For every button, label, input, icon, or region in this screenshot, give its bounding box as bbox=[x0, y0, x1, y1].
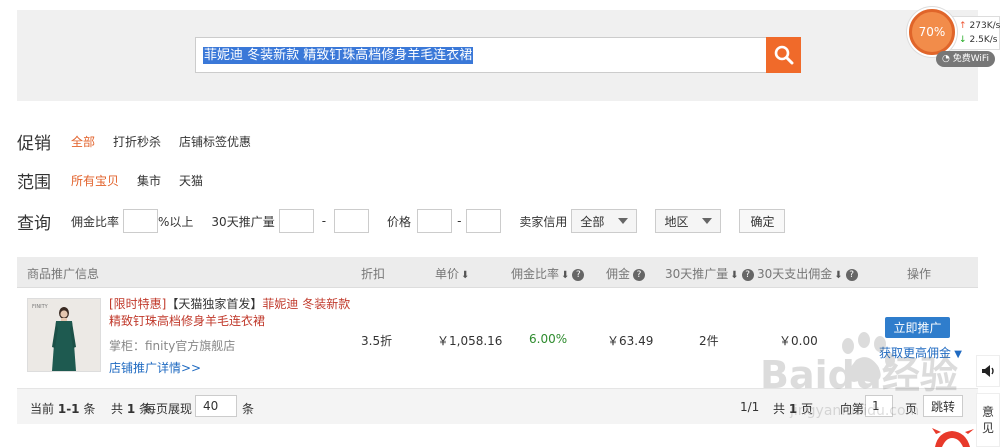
price-min-input[interactable] bbox=[417, 209, 453, 233]
chevron-down-icon bbox=[618, 218, 629, 224]
mascot-decoration-icon bbox=[932, 428, 974, 447]
promo-30-value: 2件 bbox=[699, 334, 719, 348]
promo-volume-min-input[interactable] bbox=[278, 209, 314, 233]
sort-down-icon: ⬇ bbox=[561, 270, 570, 281]
chevron-down-icon bbox=[702, 218, 713, 224]
promo-option-all[interactable]: 全部 bbox=[71, 133, 95, 150]
price-max-input[interactable] bbox=[466, 209, 502, 233]
free-wifi-badge[interactable]: ◔ 免费WiFi bbox=[936, 51, 995, 67]
search-icon bbox=[774, 45, 793, 65]
commission-rate-label: 佣金比率 bbox=[71, 214, 120, 229]
speed-panel: ↑ 273K/s ↓ 2.5K/s bbox=[949, 16, 1000, 50]
promote-now-button[interactable]: 立即推广 bbox=[885, 317, 950, 338]
table-row: FINITY [限时特惠]【天猫独家首发】菲妮迪 冬装新款 精致钉珠高档修身羊毛… bbox=[17, 288, 978, 389]
promo-volume-label: 30天推广量 bbox=[211, 214, 275, 229]
scope-option-market[interactable]: 集市 bbox=[137, 172, 161, 189]
discount-value: 3.5折 bbox=[361, 334, 393, 348]
upload-arrow-icon: ↑ bbox=[959, 21, 967, 31]
network-speed-widget[interactable]: ↑ 273K/s ↓ 2.5K/s 70% ◔ 免费WiFi bbox=[907, 6, 1000, 68]
search-query-text: 菲妮迪 冬装新款 精致钉珠高档修身羊毛连衣裙 bbox=[203, 47, 474, 64]
search-input[interactable]: 菲妮迪 冬装新款 精致钉珠高档修身羊毛连衣裙 bbox=[195, 37, 767, 73]
promo-option-flash-sale[interactable]: 打折秒杀 bbox=[113, 133, 161, 150]
help-icon[interactable]: ? bbox=[845, 268, 858, 281]
header-payout-30[interactable]: 30天支出佣金 ⬇? bbox=[757, 265, 858, 282]
sort-down-icon: ⬇ bbox=[834, 270, 843, 281]
promo-volume-dash: - bbox=[321, 214, 327, 228]
filter-query-label: 查询 bbox=[17, 213, 51, 234]
product-image: FINITY bbox=[28, 299, 100, 371]
product-thumbnail[interactable]: FINITY bbox=[27, 298, 101, 372]
sort-down-icon: ⬇ bbox=[730, 270, 739, 281]
chevron-down-icon: ▼ bbox=[951, 349, 962, 360]
scope-option-tmall[interactable]: 天猫 bbox=[179, 172, 203, 189]
speaker-icon bbox=[982, 365, 994, 377]
help-icon[interactable]: ? bbox=[633, 268, 646, 281]
current-range: 当前 1-1 条 bbox=[30, 402, 96, 416]
header-promo-30[interactable]: 30天推广量 ⬇? bbox=[665, 265, 754, 282]
upload-speed: 273K/s bbox=[969, 21, 1000, 31]
commission-value: ￥63.49 bbox=[607, 334, 654, 348]
goto-suffix: 页 bbox=[905, 402, 918, 416]
help-icon[interactable]: ? bbox=[741, 268, 754, 281]
help-icon[interactable]: ? bbox=[572, 268, 585, 281]
seller-credit-label: 卖家信用 bbox=[519, 214, 568, 229]
jump-button[interactable]: 跳转 bbox=[923, 395, 963, 417]
wifi-icon: ◔ bbox=[942, 54, 953, 64]
promo-option-shop-tag[interactable]: 店铺标签优惠 bbox=[179, 133, 251, 150]
shopkeeper: 掌柜：finity官方旗舰店 bbox=[109, 339, 236, 353]
goto-prefix: 向第 bbox=[840, 402, 865, 416]
thumb-brand: FINITY bbox=[32, 304, 49, 310]
header-commission-rate[interactable]: 佣金比率 ⬇? bbox=[511, 265, 585, 282]
total-pages: 共 1 页 bbox=[773, 402, 814, 416]
get-higher-commission-link[interactable]: 获取更高佣金 ▼ bbox=[879, 344, 962, 361]
sort-down-icon: ⬇ bbox=[461, 270, 470, 281]
download-arrow-icon: ↓ bbox=[959, 35, 967, 45]
payout-30-value: ￥0.00 bbox=[779, 334, 818, 348]
search-button[interactable] bbox=[766, 37, 801, 73]
shop-promo-details-link[interactable]: 店铺推广详情>> bbox=[109, 359, 201, 376]
promo-volume-max-input[interactable] bbox=[334, 209, 370, 233]
above-label: %以上 bbox=[158, 214, 194, 229]
page-jump-input[interactable]: 1 bbox=[865, 395, 893, 417]
tag-limited-offer: [限时特惠] bbox=[109, 297, 167, 311]
announcement-button[interactable] bbox=[976, 355, 1000, 387]
header-commission[interactable]: 佣金? bbox=[606, 265, 646, 282]
commission-rate-input[interactable] bbox=[123, 209, 159, 233]
tag-tmall-exclusive: 【天猫独家首发】 bbox=[166, 297, 263, 311]
commission-rate-value: 6.00% bbox=[529, 332, 568, 346]
per-page-unit: 条 bbox=[242, 402, 255, 416]
confirm-button[interactable]: 确定 bbox=[739, 209, 786, 233]
header-discount[interactable]: 折扣 bbox=[361, 265, 385, 282]
price-dash: - bbox=[457, 214, 462, 228]
region-select[interactable]: 地区 bbox=[655, 209, 722, 233]
filter-query: 查询 佣金比率 %以上 30天推广量 - 价格 - 卖家信用 全部 地区 确定 bbox=[17, 209, 786, 234]
pagination-bar: 当前 1-1 条 共 1 条 每页展现 40 条 1/1 共 1 页 向第 1 … bbox=[17, 389, 978, 424]
header-info: 商品推广信息 bbox=[27, 267, 100, 281]
product-title[interactable]: [限时特惠]【天猫独家首发】菲妮迪 冬装新款 精致钉珠高档修身羊毛连衣裙 bbox=[109, 296, 359, 330]
search-area: 菲妮迪 冬装新款 精致钉珠高档修身羊毛连衣裙 bbox=[17, 10, 978, 101]
unit-price-value: ￥1,058.16 bbox=[437, 334, 503, 348]
filter-promo-label: 促销 bbox=[17, 133, 51, 154]
per-page-label: 每页展现 bbox=[144, 402, 193, 416]
download-speed: 2.5K/s bbox=[969, 35, 998, 45]
filter-scope-label: 范围 bbox=[17, 172, 51, 193]
table-header: 商品推广信息 折扣 单价 ⬇ 佣金比率 ⬇? 佣金? 30天推广量 ⬇? 30天支出佣… bbox=[17, 257, 978, 288]
usage-percent: 70% bbox=[918, 25, 946, 39]
usage-circle[interactable]: 70% bbox=[909, 9, 955, 55]
filter-promo: 促销 全部 打折秒杀 店铺标签优惠 bbox=[17, 129, 269, 154]
header-unit-price[interactable]: 单价 ⬇ bbox=[435, 265, 469, 282]
page-status: 1/1 bbox=[740, 400, 760, 414]
scope-option-all[interactable]: 所有宝贝 bbox=[71, 172, 119, 189]
price-label: 价格 bbox=[387, 214, 412, 229]
seller-credit-select[interactable]: 全部 bbox=[571, 209, 638, 233]
per-page-input[interactable]: 40 bbox=[195, 395, 237, 417]
header-action: 操作 bbox=[907, 267, 932, 281]
filter-scope: 范围 所有宝贝 集市 天猫 bbox=[17, 168, 221, 193]
